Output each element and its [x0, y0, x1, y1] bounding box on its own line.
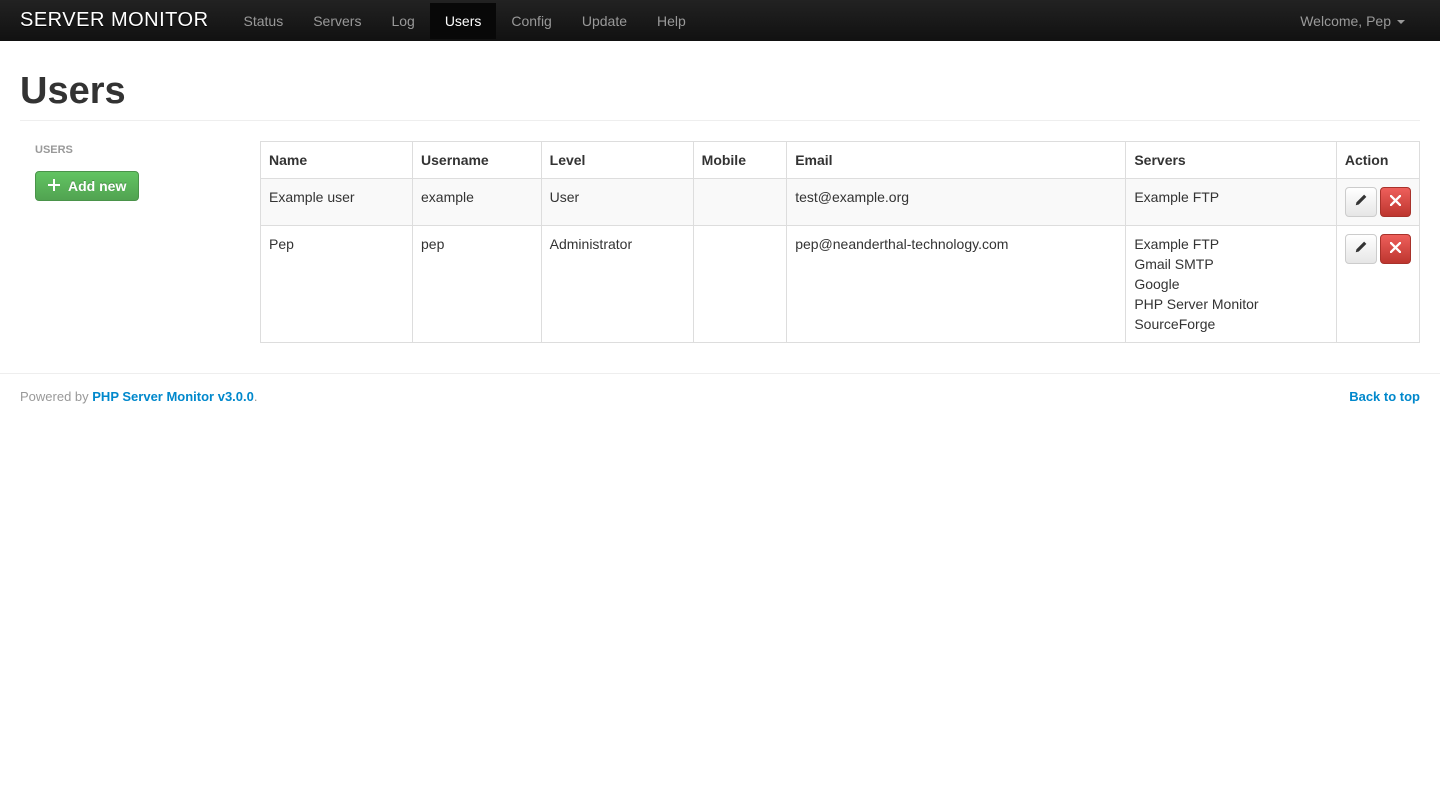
cell-servers: Example FTPGmail SMTPGooglePHP Server Mo…: [1126, 226, 1336, 343]
nav-item-update[interactable]: Update: [567, 3, 642, 39]
close-icon: [1390, 239, 1401, 259]
nav-item-users[interactable]: Users: [430, 3, 497, 39]
server-item: PHP Server Monitor: [1134, 294, 1327, 314]
pencil-icon: [1355, 239, 1367, 259]
delete-button[interactable]: [1380, 187, 1411, 217]
cell-action: [1336, 226, 1419, 343]
footer-powered: Powered by PHP Server Monitor v3.0.0.: [20, 389, 258, 404]
add-new-button[interactable]: Add new: [35, 171, 139, 201]
th-action: Action: [1336, 142, 1419, 179]
powered-link[interactable]: PHP Server Monitor v3.0.0: [92, 389, 254, 404]
nav-user: Welcome, Pep: [1285, 3, 1420, 39]
sidebar: USERS Add new: [20, 141, 260, 343]
navbar: SERVER MONITOR StatusServersLogUsersConf…: [0, 0, 1440, 41]
server-item: Gmail SMTP: [1134, 254, 1327, 274]
th-mobile: Mobile: [693, 142, 787, 179]
nav-item-config[interactable]: Config: [496, 3, 566, 39]
welcome-label: Welcome, Pep: [1300, 13, 1391, 29]
main-content: Name Username Level Mobile Email Servers…: [260, 141, 1420, 343]
close-icon: [1390, 192, 1401, 212]
server-item: Example FTP: [1134, 187, 1327, 207]
cell-name: Example user: [261, 179, 413, 226]
cell-level: Administrator: [541, 226, 693, 343]
brand[interactable]: SERVER MONITOR: [20, 0, 229, 41]
cell-action: [1336, 179, 1419, 226]
users-table: Name Username Level Mobile Email Servers…: [260, 141, 1420, 343]
footer: Powered by PHP Server Monitor v3.0.0. Ba…: [0, 373, 1440, 419]
th-level: Level: [541, 142, 693, 179]
cell-name: Pep: [261, 226, 413, 343]
edit-button[interactable]: [1345, 187, 1377, 217]
page-title: Users: [20, 71, 1420, 111]
server-item: Example FTP: [1134, 234, 1327, 254]
plus-icon: [48, 178, 60, 194]
server-item: SourceForge: [1134, 314, 1327, 334]
nav-main: StatusServersLogUsersConfigUpdateHelp: [229, 3, 1286, 39]
table-row: PeppepAdministrator pep@neanderthal-techn…: [261, 226, 1420, 343]
sidebar-header: USERS: [35, 141, 240, 159]
server-item: Google: [1134, 274, 1327, 294]
nav-item-status[interactable]: Status: [229, 3, 299, 39]
nav-item-log[interactable]: Log: [376, 3, 429, 39]
pencil-icon: [1355, 192, 1367, 212]
cell-level: User: [541, 179, 693, 226]
cell-email: pep@neanderthal-technology.com: [787, 226, 1126, 343]
page-header: Users: [20, 41, 1420, 121]
th-name: Name: [261, 142, 413, 179]
back-to-top-link[interactable]: Back to top: [1349, 389, 1420, 404]
nav-item-servers[interactable]: Servers: [298, 3, 376, 39]
caret-down-icon: [1397, 13, 1405, 29]
nav-item-help[interactable]: Help: [642, 3, 701, 39]
table-header-row: Name Username Level Mobile Email Servers…: [261, 142, 1420, 179]
cell-username: example: [413, 179, 542, 226]
cell-mobile: [693, 226, 787, 343]
th-username: Username: [413, 142, 542, 179]
th-email: Email: [787, 142, 1126, 179]
welcome-dropdown[interactable]: Welcome, Pep: [1285, 3, 1420, 39]
cell-mobile: [693, 179, 787, 226]
delete-button[interactable]: [1380, 234, 1411, 264]
powered-prefix: Powered by: [20, 389, 92, 404]
edit-button[interactable]: [1345, 234, 1377, 264]
table-row: Example userexampleUser test@example.org E…: [261, 179, 1420, 226]
cell-servers: Example FTP: [1126, 179, 1336, 226]
powered-suffix: .: [254, 389, 258, 404]
cell-email: test@example.org: [787, 179, 1126, 226]
add-new-label: Add new: [68, 178, 126, 194]
cell-username: pep: [413, 226, 542, 343]
th-servers: Servers: [1126, 142, 1336, 179]
